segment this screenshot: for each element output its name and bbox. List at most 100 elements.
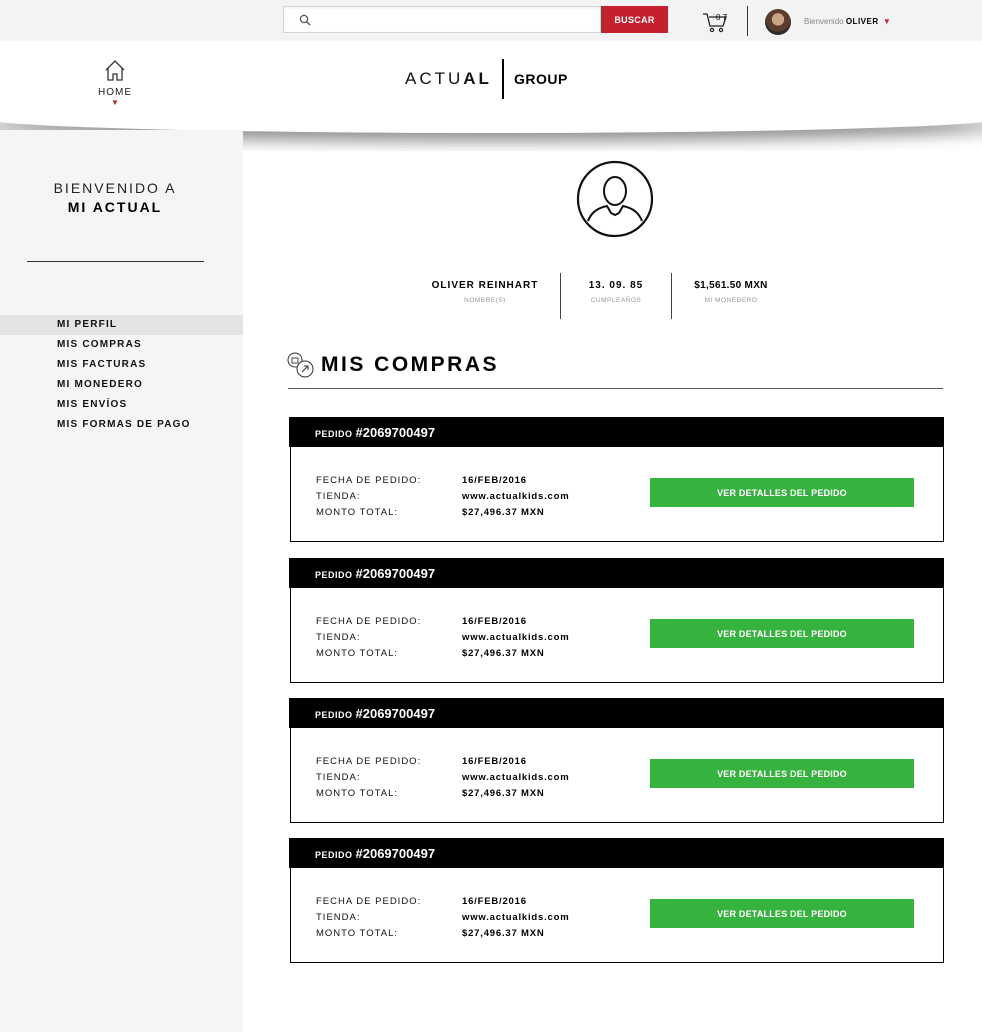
- profile-birthday: 13. 09. 85: [588, 280, 644, 291]
- store-label: TIENDA:: [316, 771, 361, 783]
- cart-button[interactable]: 0 7: [702, 11, 730, 33]
- sidebar-item-mis-formas-de-pago[interactable]: MIS FORMAS DE PAGO: [0, 415, 243, 435]
- profile-name-label: NOMBRE(S): [464, 297, 506, 304]
- profile-wallet-label: MI MONEDERO: [704, 297, 758, 304]
- order-body: FECHA DE PEDIDO: 16/FEB/2016 TIENDA: www.a…: [290, 868, 944, 963]
- total-label: MONTO TOTAL:: [316, 787, 399, 799]
- sidebar-welcome: BIENVENIDO A MI ACTUAL: [0, 180, 230, 215]
- date-label: FECHA DE PEDIDO:: [316, 755, 422, 767]
- brand-logo[interactable]: ACTUAL GROUP: [405, 59, 568, 99]
- order-total: $27,496.37 MXN: [462, 787, 545, 799]
- order-label: PEDIDO: [315, 709, 353, 720]
- home-label: HOME: [98, 87, 132, 98]
- profile-wallet: $1,561.50 MXN: [694, 280, 768, 291]
- order-header: PEDIDO #2069700497: [289, 558, 944, 588]
- greeting-text: Bienvenido: [804, 17, 844, 26]
- order-details-button[interactable]: VER DETALLES DEL PEDIDO: [650, 478, 914, 507]
- stat-birthday: 13. 09. 85 CUMPLEAÑOS: [561, 273, 671, 319]
- order-header: PEDIDO #2069700497: [289, 417, 944, 447]
- stat-name: OLIVER REINHART NOMBRE(S): [410, 273, 560, 319]
- search-bar: BUSCAR: [283, 6, 668, 33]
- section-header: MIS COMPRAS: [286, 350, 499, 380]
- order-store: www.actualkids.com: [462, 631, 570, 643]
- order-total: $27,496.37 MXN: [462, 647, 545, 659]
- chevron-down-icon: ▼: [111, 98, 119, 107]
- order-info: FECHA DE PEDIDO: 16/FEB/2016 TIENDA: www.a…: [316, 893, 570, 941]
- order-info: FECHA DE PEDIDO: 16/FEB/2016 TIENDA: www.a…: [316, 613, 570, 661]
- order-details-button[interactable]: VER DETALLES DEL PEDIDO: [650, 899, 914, 928]
- user-menu[interactable]: Bienvenido OLIVER ▼: [804, 17, 891, 26]
- user-profile-icon: [576, 160, 654, 238]
- home-link[interactable]: HOME ▼: [96, 59, 134, 107]
- top-bar: BUSCAR 0 7 Bienvenido OLIVER ▼: [0, 0, 982, 41]
- profile-stats: OLIVER REINHART NOMBRE(S) 13. 09. 85 CUM…: [410, 273, 790, 319]
- total-label: MONTO TOTAL:: [316, 647, 399, 659]
- order-body: FECHA DE PEDIDO: 16/FEB/2016 TIENDA: www.a…: [290, 447, 944, 542]
- divider: [27, 261, 204, 262]
- sidebar: BIENVENIDO A MI ACTUAL MI PERFIL MIS COM…: [0, 130, 243, 1032]
- divider: [288, 388, 943, 389]
- order-info: FECHA DE PEDIDO: 16/FEB/2016 TIENDA: www.a…: [316, 753, 570, 801]
- home-icon: [105, 60, 125, 81]
- order-label: PEDIDO: [315, 849, 353, 860]
- order-card: PEDIDO #2069700497 FECHA DE PEDIDO: 16/FE…: [289, 698, 944, 823]
- total-label: MONTO TOTAL:: [316, 927, 399, 939]
- store-label: TIENDA:: [316, 490, 361, 502]
- stat-wallet: $1,561.50 MXN MI MONEDERO: [672, 273, 790, 319]
- order-header: PEDIDO #2069700497: [289, 838, 944, 868]
- sidebar-item-mis-envios[interactable]: MIS ENVÍOS: [0, 395, 243, 415]
- cart-count: 0 7: [716, 13, 728, 22]
- order-body: FECHA DE PEDIDO: 16/FEB/2016 TIENDA: www.a…: [290, 728, 944, 823]
- order-card: PEDIDO #2069700497 FECHA DE PEDIDO: 16/FE…: [289, 558, 944, 683]
- orders-icon: [287, 352, 314, 378]
- section-title: MIS COMPRAS: [321, 353, 500, 376]
- order-total: $27,496.37 MXN: [462, 506, 545, 518]
- order-header: PEDIDO #2069700497: [289, 698, 944, 728]
- order-number: #2069700497: [355, 705, 436, 721]
- user-name: OLIVER: [845, 17, 879, 26]
- divider: [747, 6, 748, 36]
- order-date: 16/FEB/2016: [462, 615, 527, 627]
- order-date: 16/FEB/2016: [462, 895, 527, 907]
- order-number: #2069700497: [355, 424, 436, 440]
- profile-name: OLIVER REINHART: [431, 280, 539, 291]
- order-date: 16/FEB/2016: [462, 755, 527, 767]
- order-body: FECHA DE PEDIDO: 16/FEB/2016 TIENDA: www.a…: [290, 588, 944, 683]
- logo-actual: ACTUAL: [405, 69, 492, 88]
- date-label: FECHA DE PEDIDO:: [316, 474, 422, 486]
- order-label: PEDIDO: [315, 569, 353, 580]
- order-store: www.actualkids.com: [462, 911, 570, 923]
- order-number: #2069700497: [355, 845, 436, 861]
- order-store: www.actualkids.com: [462, 490, 570, 502]
- sidebar-item-mi-perfil[interactable]: MI PERFIL: [0, 315, 243, 335]
- sidebar-item-mis-compras[interactable]: MIS COMPRAS: [0, 335, 243, 355]
- order-card: PEDIDO #2069700497 FECHA DE PEDIDO: 16/FE…: [289, 838, 944, 963]
- order-card: PEDIDO #2069700497 FECHA DE PEDIDO: 16/FE…: [289, 417, 944, 542]
- search-icon: [299, 14, 311, 26]
- order-store: www.actualkids.com: [462, 771, 570, 783]
- order-info: FECHA DE PEDIDO: 16/FEB/2016 TIENDA: www.a…: [316, 472, 570, 520]
- search-input[interactable]: [284, 7, 600, 32]
- order-details-button[interactable]: VER DETALLES DEL PEDIDO: [650, 759, 914, 788]
- sidebar-menu: MI PERFIL MIS COMPRAS MIS FACTURAS MI MO…: [0, 315, 243, 435]
- sidebar-item-mi-monedero[interactable]: MI MONEDERO: [0, 375, 243, 395]
- order-number: #2069700497: [355, 565, 436, 581]
- search-field[interactable]: [283, 6, 601, 33]
- order-date: 16/FEB/2016: [462, 474, 527, 486]
- profile-birthday-label: CUMPLEAÑOS: [590, 297, 642, 304]
- logo-divider: [501, 59, 504, 99]
- store-label: TIENDA:: [316, 911, 361, 923]
- avatar[interactable]: [765, 9, 791, 35]
- site-header: HOME ▼ ACTUAL GROUP: [0, 41, 982, 121]
- welcome-line-1: BIENVENIDO A: [53, 180, 177, 196]
- date-label: FECHA DE PEDIDO:: [316, 615, 422, 627]
- store-label: TIENDA:: [316, 631, 361, 643]
- order-label: PEDIDO: [315, 428, 353, 439]
- logo-group: GROUP: [513, 71, 568, 87]
- search-button[interactable]: BUSCAR: [601, 6, 668, 33]
- order-total: $27,496.37 MXN: [462, 927, 545, 939]
- order-details-button[interactable]: VER DETALLES DEL PEDIDO: [650, 619, 914, 648]
- date-label: FECHA DE PEDIDO:: [316, 895, 422, 907]
- chevron-down-icon: ▼: [882, 17, 891, 26]
- sidebar-item-mis-facturas[interactable]: MIS FACTURAS: [0, 355, 243, 375]
